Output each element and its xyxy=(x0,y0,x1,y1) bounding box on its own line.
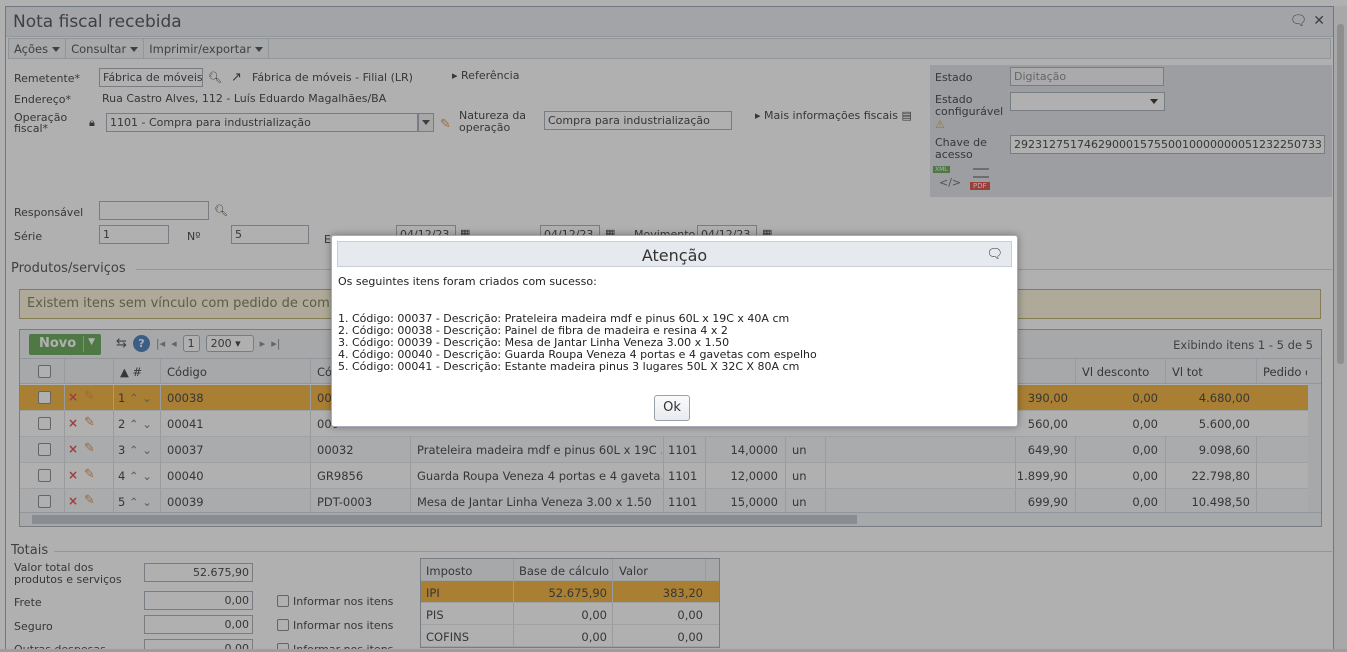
dialog-header: Atenção 🗨 xyxy=(337,241,1012,267)
attention-dialog: Atenção 🗨 Os seguintes itens foram criad… xyxy=(331,235,1018,427)
chat-icon[interactable]: 🗨 xyxy=(986,247,1003,262)
dialog-intro: Os seguintes itens foram criados com suc… xyxy=(338,275,597,288)
created-item: 5. Código: 00041 - Descrição: Estante ma… xyxy=(338,360,800,373)
dialog-title: Atenção xyxy=(641,246,708,265)
dialog-message: Os seguintes itens foram criados com suc… xyxy=(338,276,817,373)
ok-button[interactable]: Ok xyxy=(654,395,690,421)
